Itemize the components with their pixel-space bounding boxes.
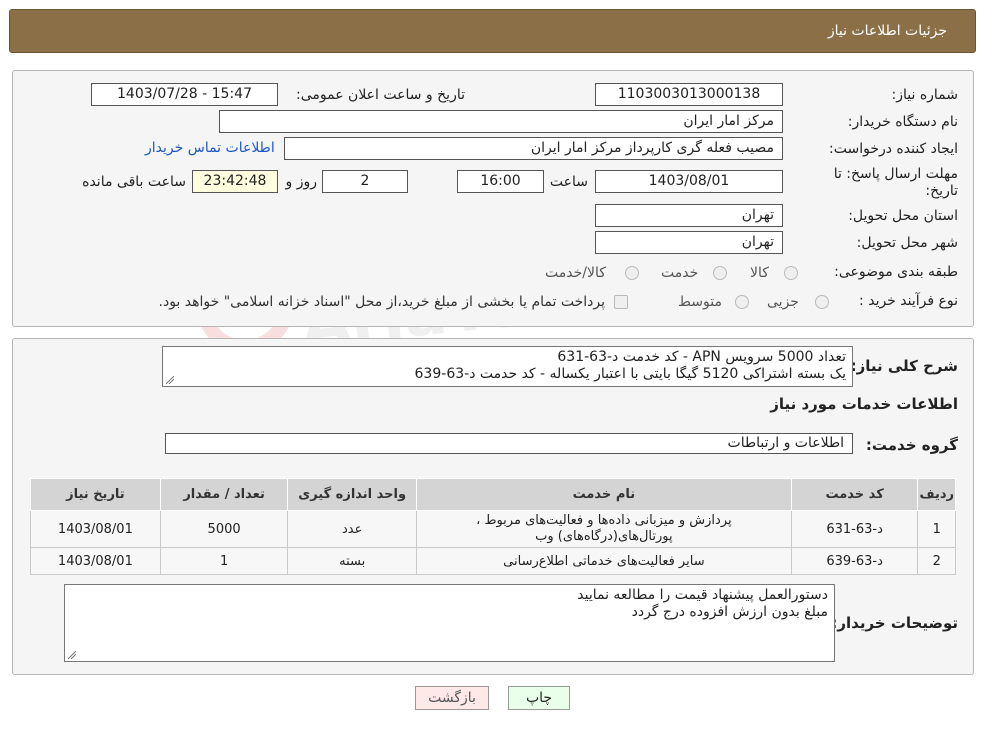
category-service-label: خدمت xyxy=(661,265,699,281)
table-row: 1 د-63-631 پردازش و میزبانی داده‌ها و فع… xyxy=(30,510,956,548)
page-title: جزئیات اطلاعات نیاز xyxy=(827,23,947,39)
summary-label: شرح کلی نیاز: xyxy=(850,357,958,375)
service-name: پردازش و میزبانی داده‌ها و فعالیت‌های مر… xyxy=(415,510,792,548)
service-group-label: گروه خدمت: xyxy=(865,436,958,454)
col-need-date: تاریخ نیاز xyxy=(30,478,161,511)
buyer-notes-textarea[interactable]: دستورالعمل پیشنهاد قیمت را مطالعه نمایید… xyxy=(64,584,835,662)
deadline-time-label: ساعت xyxy=(549,174,588,190)
resize-handle-icon[interactable] xyxy=(68,651,76,659)
category-goods-radio[interactable] xyxy=(784,266,798,280)
buyer-contact-link[interactable]: اطلاعات تماس خریدار xyxy=(145,140,275,156)
back-button[interactable]: بازگشت xyxy=(415,686,489,710)
category-service-radio[interactable] xyxy=(713,266,727,280)
need-number-field: 1103003013000138 xyxy=(595,83,783,106)
remaining-time-field: 23:42:48 xyxy=(192,170,278,193)
city-field: تهران xyxy=(595,231,783,254)
deadline-time-field: 16:00 xyxy=(457,170,544,193)
service-code: د-63-631 xyxy=(790,510,919,548)
province-label: استان محل تحویل: xyxy=(848,208,958,224)
category-mixed-label: کالا/خدمت xyxy=(545,265,606,281)
announce-datetime-field: 1403/07/28 - 15:47 xyxy=(91,83,278,106)
buyer-notes-label: توضیحات خریدار: xyxy=(831,614,958,632)
treasury-payment-checkbox[interactable] xyxy=(614,295,628,309)
days-label: روز و xyxy=(285,174,318,190)
buyer-org-label: نام دستگاه خریدار: xyxy=(847,114,958,130)
province-field: تهران xyxy=(595,204,783,227)
table-row: 2 د-63-639 سایر فعالیت‌های خدماتی اطلاع‌… xyxy=(30,547,956,575)
category-mixed-radio[interactable] xyxy=(625,266,639,280)
process-minor-radio[interactable] xyxy=(815,295,829,309)
service-name-line-1: پردازش و میزبانی داده‌ها و فعالیت‌های مر… xyxy=(476,513,732,528)
quantity: 5000 xyxy=(159,510,289,548)
buyer-notes-line-2: مبلغ بدون ارزش افزوده درج گردد xyxy=(631,604,828,620)
col-quantity: تعداد / مقدار xyxy=(159,478,289,511)
page-header: جزئیات اطلاعات نیاز xyxy=(9,9,976,53)
days-field: 2 xyxy=(322,170,408,193)
process-type-label: نوع فرآیند خرید : xyxy=(859,293,958,309)
col-row-number: ردیف xyxy=(917,478,956,511)
print-button[interactable]: چاپ xyxy=(508,686,570,710)
summary-textarea[interactable]: تعداد 5000 سرویس APN - کد خدمت د-63-631 … xyxy=(162,346,853,387)
treasury-payment-note: پرداخت تمام یا بخشی از مبلغ خرید،از محل … xyxy=(158,294,605,310)
need-date: 1403/08/01 xyxy=(30,510,161,548)
col-service-code: کد خدمت xyxy=(790,478,919,511)
resize-handle-icon[interactable] xyxy=(166,376,174,384)
creator-label: ایجاد کننده درخواست: xyxy=(829,141,958,157)
deadline-date-field: 1403/08/01 xyxy=(595,170,783,193)
process-medium-label: متوسط xyxy=(678,294,722,310)
category-goods-label: کالا xyxy=(750,265,769,281)
col-service-name: نام خدمت xyxy=(415,478,792,511)
buyer-notes-line-1: دستورالعمل پیشنهاد قیمت را مطالعه نمایید xyxy=(577,587,828,603)
summary-line-1: تعداد 5000 سرویس APN - کد خدمت د-63-631 xyxy=(557,349,846,365)
service-name-line-2: پورتال‌های(درگاه‌های) وب xyxy=(535,529,673,544)
announce-datetime-label: تاریخ و ساعت اعلان عمومی: xyxy=(296,87,465,103)
unit: عدد xyxy=(287,510,417,548)
remaining-time-label: ساعت باقی مانده xyxy=(82,174,186,190)
service-group-field: اطلاعات و ارتباطات xyxy=(165,433,853,454)
need-number-label: شماره نیاز: xyxy=(891,87,959,103)
row-number: 1 xyxy=(917,510,956,548)
category-label: طبقه بندی موضوعی: xyxy=(834,264,958,280)
services-section-title: اطلاعات خدمات مورد نیاز xyxy=(770,395,958,413)
services-table: ردیف کد خدمت نام خدمت واحد اندازه گیری ت… xyxy=(30,478,956,575)
buyer-org-field: مرکز امار ایران xyxy=(219,110,783,133)
city-label: شهر محل تحویل: xyxy=(856,235,958,251)
unit: بسته xyxy=(287,547,417,575)
table-header-row: ردیف کد خدمت نام خدمت واحد اندازه گیری ت… xyxy=(30,478,956,511)
process-medium-radio[interactable] xyxy=(735,295,749,309)
need-date: 1403/08/01 xyxy=(30,547,161,575)
process-minor-label: جزیی xyxy=(767,294,799,310)
service-code: د-63-639 xyxy=(790,547,919,575)
summary-line-2: یک بسته اشتراکی 5120 گیگا بایتی با اعتبا… xyxy=(414,366,846,382)
col-unit: واحد اندازه گیری xyxy=(287,478,417,511)
creator-field: مصیب فعله گری کارپرداز مرکز امار ایران xyxy=(284,137,783,160)
deadline-label: مهلت ارسال پاسخ: تا تاریخ: xyxy=(833,166,958,199)
row-number: 2 xyxy=(917,547,956,575)
service-name: سایر فعالیت‌های خدماتی اطلاع‌رسانی xyxy=(415,547,792,575)
quantity: 1 xyxy=(159,547,289,575)
